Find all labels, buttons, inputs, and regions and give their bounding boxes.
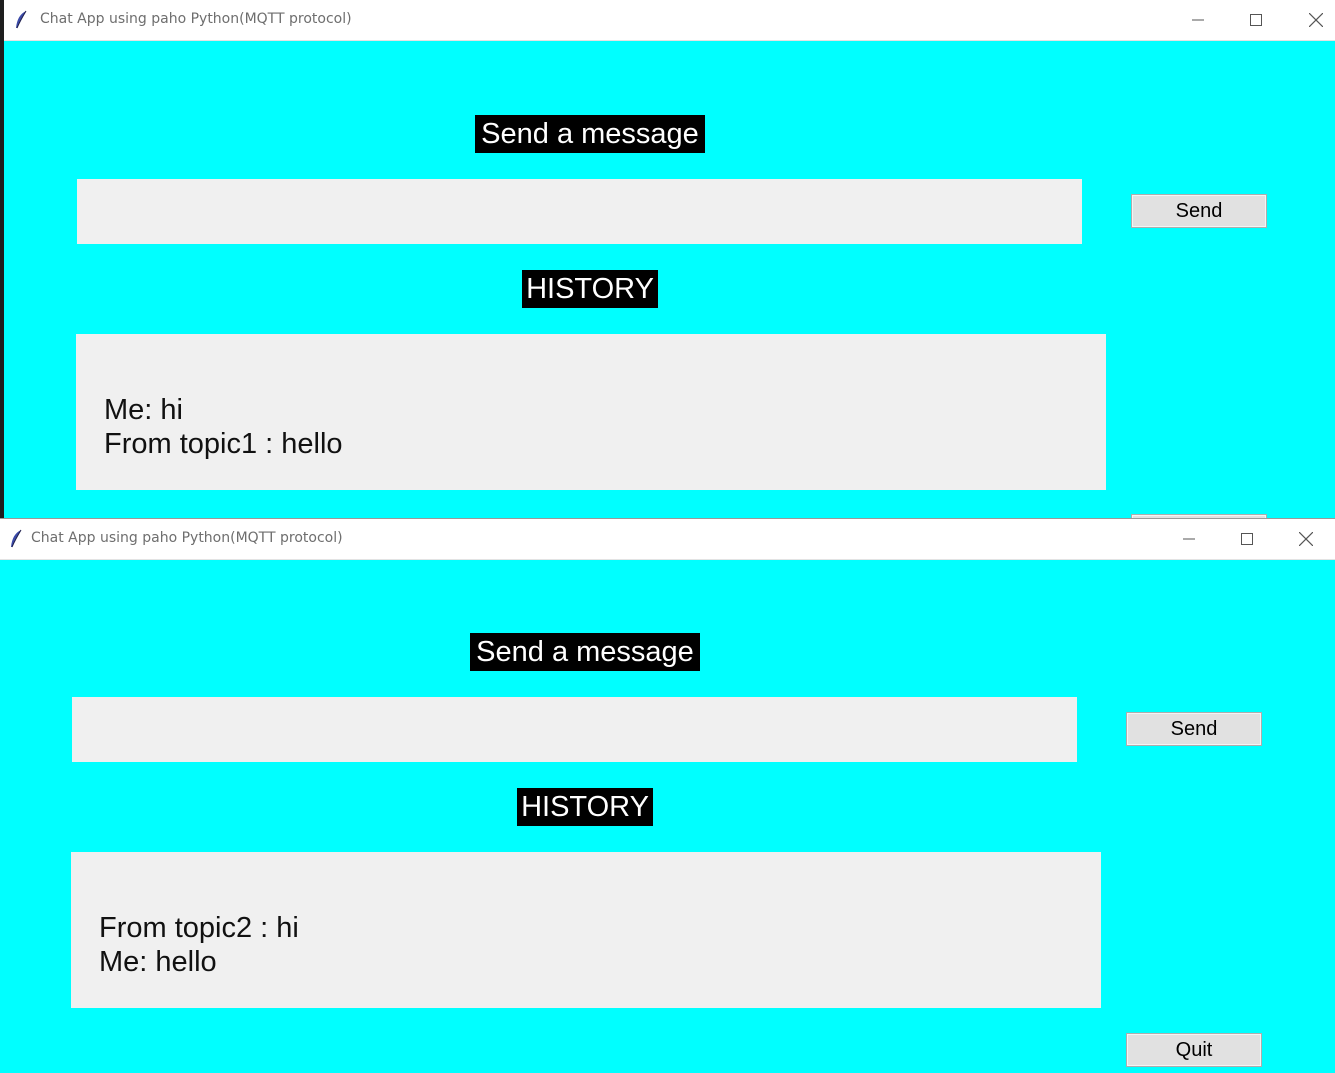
maximize-icon[interactable] [1227, 525, 1267, 553]
quit-button[interactable]: Quit [1126, 1033, 1262, 1067]
history-heading: HISTORY [517, 788, 653, 826]
chat-window-2: Chat App using paho Python(MQTT protocol… [0, 518, 1335, 1073]
feather-icon [14, 10, 28, 30]
message-input[interactable] [77, 179, 1082, 244]
send-button[interactable]: Send [1131, 194, 1267, 228]
message-input[interactable] [72, 697, 1077, 762]
history-line: Me: hi [104, 394, 183, 426]
close-icon[interactable] [1296, 6, 1335, 34]
history-line: From topic2 : hi [99, 912, 299, 944]
history-panel: Me: hi From topic1 : hello [76, 334, 1106, 490]
history-heading: HISTORY [522, 270, 658, 308]
history-panel: From topic2 : hi Me: hello [71, 852, 1101, 1008]
window-title: Chat App using paho Python(MQTT protocol… [31, 530, 343, 546]
send-message-heading: Send a message [475, 115, 705, 153]
close-icon[interactable] [1286, 525, 1326, 553]
history-line: Me: hello [99, 946, 217, 978]
title-bar[interactable]: Chat App using paho Python(MQTT protocol… [4, 0, 1335, 41]
maximize-icon[interactable] [1236, 6, 1276, 34]
minimize-icon[interactable] [1169, 525, 1209, 553]
send-button[interactable]: Send [1126, 712, 1262, 746]
chat-window-1: Chat App using paho Python(MQTT protocol… [0, 0, 1335, 520]
window-title: Chat App using paho Python(MQTT protocol… [40, 11, 352, 27]
send-message-heading: Send a message [470, 633, 700, 671]
history-line: From topic1 : hello [104, 428, 343, 460]
title-bar[interactable]: Chat App using paho Python(MQTT protocol… [0, 519, 1335, 560]
feather-icon [9, 529, 23, 549]
minimize-icon[interactable] [1178, 6, 1218, 34]
